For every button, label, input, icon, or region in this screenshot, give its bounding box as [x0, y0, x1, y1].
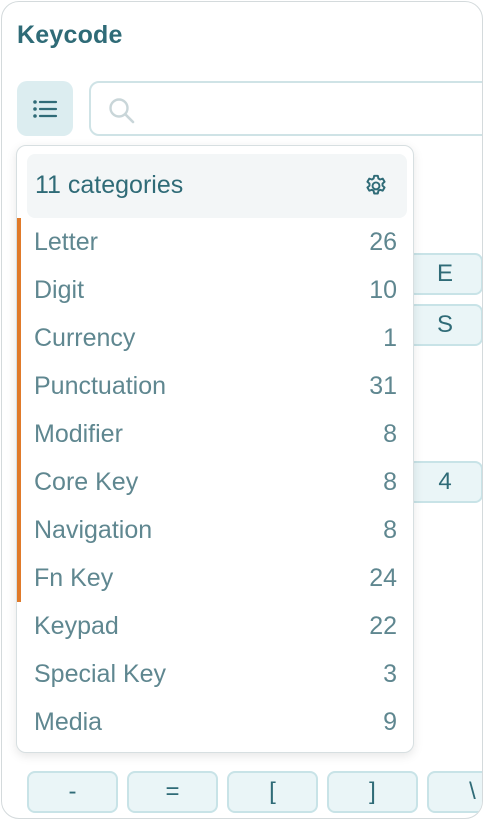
category-name: Media	[34, 708, 103, 736]
category-item[interactable]: Punctuation 31	[17, 362, 413, 410]
selected-indicator	[17, 554, 21, 602]
key-button[interactable]: \	[427, 771, 482, 813]
category-count: 8	[383, 468, 397, 496]
selected-indicator	[17, 314, 21, 362]
gear-icon[interactable]	[363, 173, 389, 199]
selected-indicator	[17, 266, 21, 314]
category-count: 10	[369, 276, 397, 304]
category-count: 1	[383, 324, 397, 352]
category-name: Navigation	[34, 516, 153, 544]
category-count: 26	[369, 228, 397, 256]
category-count: 24	[369, 564, 397, 592]
search-field[interactable]	[89, 81, 482, 136]
category-item[interactable]: Special Key 3	[17, 650, 413, 698]
selected-indicator	[17, 506, 21, 554]
key-button[interactable]: [	[227, 771, 318, 813]
category-count: 31	[369, 372, 397, 400]
category-name: Keypad	[34, 612, 119, 640]
selected-indicator	[17, 218, 21, 266]
category-dropdown: 11 categories Letter 26 Digit 10 Currency 1 Pu…	[16, 145, 414, 753]
category-count: 22	[369, 612, 397, 640]
category-name: Letter	[34, 228, 98, 256]
category-count-label: 11 categories	[35, 171, 184, 199]
category-item[interactable]: Media 9	[17, 698, 413, 746]
category-name: Currency	[34, 324, 136, 352]
category-count: 3	[383, 660, 397, 688]
key-button[interactable]: =	[127, 771, 218, 813]
category-count: 8	[383, 516, 397, 544]
category-item[interactable]: Fn Key 24	[17, 554, 413, 602]
category-item[interactable]: Modifier 8	[17, 410, 413, 458]
category-count: 8	[383, 420, 397, 448]
category-item[interactable]: Digit 10	[17, 266, 413, 314]
selected-indicator	[17, 362, 21, 410]
page-title: Keycode	[17, 21, 123, 49]
category-name: Modifier	[34, 420, 123, 448]
selected-indicator	[17, 458, 21, 506]
category-item[interactable]: Letter 26	[17, 218, 413, 266]
key-button[interactable]: S	[407, 304, 482, 346]
dropdown-header: 11 categories	[27, 154, 407, 218]
category-name: Core Key	[34, 468, 139, 496]
category-item[interactable]: Currency 1	[17, 314, 413, 362]
key-button[interactable]: -	[27, 771, 118, 813]
category-count: 9	[383, 708, 397, 736]
category-name: Special Key	[34, 660, 167, 688]
search-input[interactable]	[145, 91, 475, 127]
category-item[interactable]: Keypad 22	[17, 602, 413, 650]
category-item[interactable]: Navigation 8	[17, 506, 413, 554]
category-item[interactable]: Core Key 8	[17, 458, 413, 506]
key-button[interactable]: 4	[407, 461, 482, 503]
list-icon	[33, 99, 58, 118]
key-button[interactable]: E	[407, 253, 482, 295]
key-button[interactable]: ]	[327, 771, 418, 813]
category-list-button[interactable]	[17, 81, 73, 136]
category-name: Fn Key	[34, 564, 114, 592]
search-icon	[109, 98, 135, 124]
category-name: Digit	[34, 276, 85, 304]
selected-indicator	[17, 410, 21, 458]
category-name: Punctuation	[34, 372, 167, 400]
